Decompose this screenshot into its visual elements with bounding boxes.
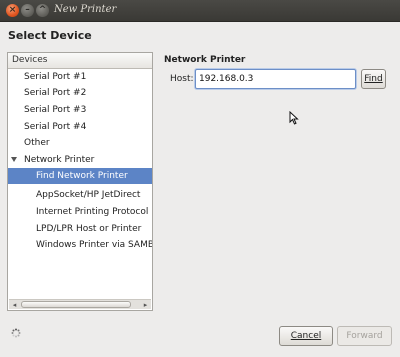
cancel-button-label: Cancel [290,331,322,341]
maximize-window-button[interactable]: ^ [36,4,49,17]
scroll-left-icon[interactable]: ◂ [10,301,19,309]
device-other[interactable]: Other [24,135,50,151]
host-label: Host: [170,74,194,84]
devices-column-header[interactable]: Devices [8,53,152,69]
device-serial-port-3[interactable]: Serial Port #3 [24,102,86,118]
device-serial-port-1[interactable]: Serial Port #1 [24,69,86,85]
host-input[interactable] [196,70,355,88]
find-button-label: Find [364,74,383,84]
forward-button[interactable]: Forward [337,326,392,346]
network-printer-heading: Network Printer [164,55,246,65]
device-network-printer[interactable]: Network Printer [24,152,94,168]
forward-button-label: Forward [346,331,383,341]
scroll-right-icon[interactable]: ▸ [141,301,150,309]
loading-spinner-icon [11,328,21,338]
minimize-window-button[interactable]: – [21,4,34,17]
device-samba[interactable]: Windows Printer via SAMBA [36,237,152,253]
expand-arrow-icon[interactable] [11,157,17,162]
mouse-pointer-icon [289,111,299,125]
page-title: Select Device [8,29,92,42]
device-appsocket[interactable]: AppSocket/HP JetDirect [36,187,140,203]
title-bar: × – ^ New Printer [0,0,400,22]
device-serial-port-4[interactable]: Serial Port #4 [24,119,86,135]
device-find-network-printer[interactable]: Find Network Printer [8,168,152,184]
find-button[interactable]: Find [361,69,386,89]
device-serial-port-2[interactable]: Serial Port #2 [24,85,86,101]
scrollbar-thumb[interactable] [21,301,131,308]
device-ipp[interactable]: Internet Printing Protocol (ip [36,204,152,220]
device-lpd-lpr[interactable]: LPD/LPR Host or Printer [36,221,141,237]
close-window-button[interactable]: × [6,4,19,17]
host-field[interactable] [195,69,356,89]
horizontal-scrollbar[interactable]: ◂ ▸ [9,299,151,309]
devices-tree[interactable]: Devices Serial Port #1 Serial Port #2 Se… [7,52,153,311]
cancel-button[interactable]: Cancel [279,326,333,346]
window-title: New Printer [54,4,117,15]
